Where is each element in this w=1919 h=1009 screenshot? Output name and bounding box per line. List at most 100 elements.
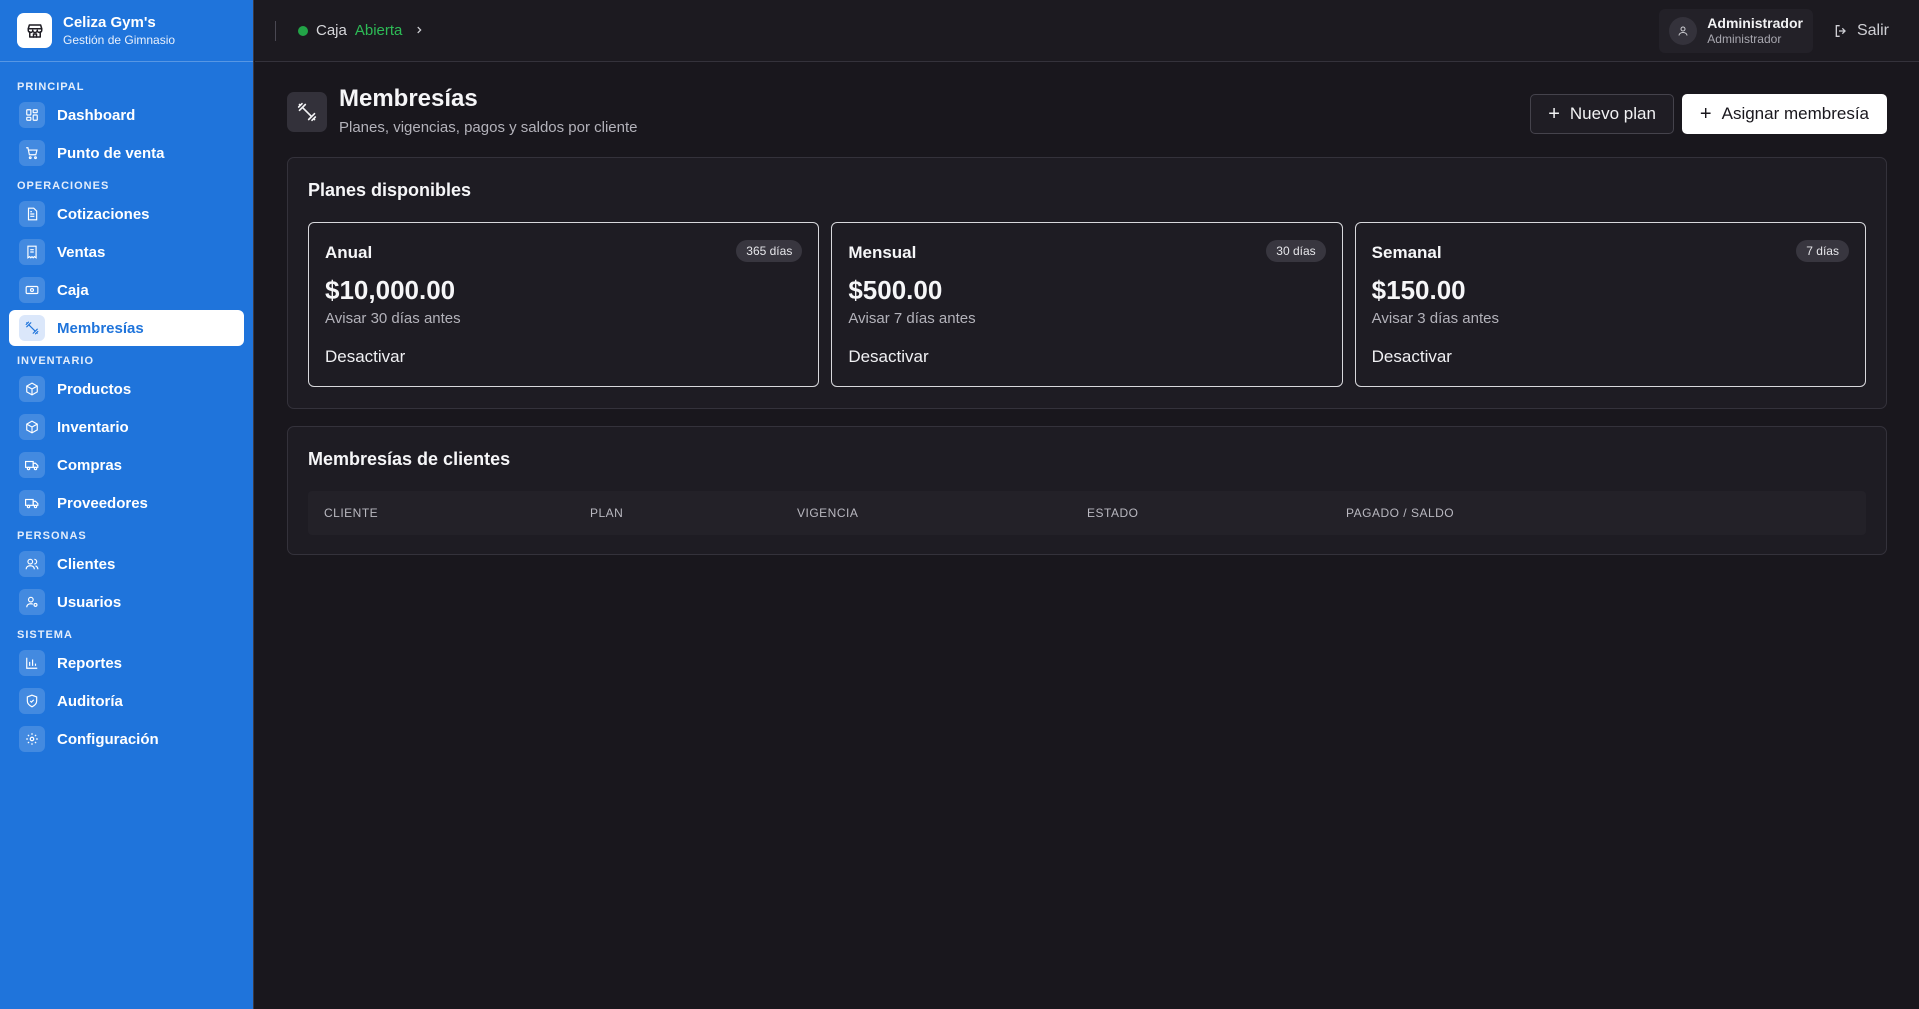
- new-plan-button[interactable]: + Nuevo plan: [1530, 94, 1674, 134]
- column-header-cliente[interactable]: CLIENTE: [324, 506, 378, 520]
- truck-icon: [19, 490, 45, 516]
- brand-subtitle: Gestión de Gimnasio: [63, 32, 176, 47]
- logout-icon: [1835, 24, 1846, 37]
- deactivate-plan-button[interactable]: Desactivar: [1372, 347, 1849, 367]
- sidebar-item-ventas[interactable]: Ventas: [9, 234, 244, 270]
- page-header: Membresías Planes, vigencias, pagos y sa…: [287, 62, 1887, 157]
- user-key-icon: [19, 589, 45, 615]
- plan-name: Anual: [325, 243, 373, 262]
- topbar: Caja Abierta Administrador Administrador…: [255, 0, 1919, 62]
- sidebar-item-inventario[interactable]: Inventario: [9, 409, 244, 445]
- column-header-estado[interactable]: ESTADO: [1087, 506, 1138, 520]
- plan-duration-badge: 365 días: [736, 240, 803, 262]
- sidebar-item-label: Ventas: [57, 243, 106, 261]
- sidebar-item-punto-de-venta[interactable]: Punto de venta: [9, 135, 244, 171]
- column-header-pagado-saldo[interactable]: PAGADO / SALDO: [1346, 506, 1454, 520]
- box-icon: [19, 376, 45, 402]
- sidebar-item-label: Punto de venta: [57, 144, 165, 162]
- sidebar-item-caja[interactable]: Caja: [9, 272, 244, 308]
- sidebar-item-membresias[interactable]: Membresías: [9, 310, 244, 346]
- plus-icon: +: [1548, 103, 1560, 125]
- plan-notice: Avisar 3 días antes: [1371, 310, 1499, 327]
- sidebar-item-label: Proveedores: [57, 494, 148, 512]
- members-panel: Membresías de clientes CLIENTE PLAN VIGE…: [287, 426, 1887, 555]
- plan-name: Mensual: [848, 243, 917, 262]
- sidebar-item-label: Clientes: [57, 555, 116, 573]
- sidebar-item-configuracion[interactable]: Configuración: [9, 721, 244, 757]
- sidebar-nav: PRINCIPAL Dashboard Punto de venta OPERA…: [0, 62, 253, 757]
- caja-state-badge: Abierta: [354, 22, 403, 39]
- deactivate-plan-button[interactable]: Desactivar: [848, 347, 1325, 367]
- sidebar-item-label: Usuarios: [57, 593, 122, 611]
- plan-card-mensual[interactable]: Mensual 30 días $500.00 Avisar 7 días an…: [831, 222, 1343, 387]
- sidebar-item-label: Inventario: [57, 418, 129, 436]
- cash-icon: [19, 277, 45, 303]
- sidebar-item-usuarios[interactable]: Usuarios: [9, 584, 244, 620]
- sidebar-item-label: Compras: [57, 456, 123, 474]
- gear-icon: [19, 726, 45, 752]
- sidebar-item-label: Caja: [57, 281, 89, 299]
- dumbbell-icon: [287, 91, 327, 132]
- deactivate-plan-button[interactable]: Desactivar: [325, 347, 802, 367]
- column-header-plan[interactable]: PLAN: [590, 506, 623, 520]
- users-icon: [19, 551, 45, 577]
- members-title: Membresías de clientes: [308, 449, 511, 469]
- plan-name: Semanal: [1371, 243, 1442, 262]
- sidebar: Celiza Gym's Gestión de Gimnasio PRINCIP…: [0, 0, 254, 1009]
- new-plan-label: Nuevo plan: [1569, 104, 1656, 123]
- sidebar-item-label: Reportes: [57, 654, 123, 672]
- logout-label: Salir: [1856, 21, 1889, 39]
- topbar-divider: [275, 20, 276, 41]
- plan-card-semanal[interactable]: Semanal 7 días $150.00 Avisar 3 días ant…: [1354, 222, 1866, 387]
- user-name: Administrador: [1707, 14, 1803, 31]
- chevron-right-icon: [414, 22, 424, 39]
- sidebar-item-auditoria[interactable]: Auditoría: [9, 683, 244, 719]
- page-title: Membresías: [339, 85, 478, 112]
- caja-label: Caja: [316, 22, 347, 39]
- receipt-icon: [19, 239, 45, 265]
- user-menu[interactable]: Administrador Administrador: [1659, 8, 1813, 53]
- assign-membership-label: Asignar membresía: [1721, 104, 1869, 123]
- sidebar-item-clientes[interactable]: Clientes: [9, 546, 244, 582]
- caja-status-link[interactable]: Caja Abierta: [298, 22, 424, 39]
- plan-duration-badge: 30 días: [1266, 240, 1326, 262]
- dumbbell-icon: [19, 315, 45, 341]
- sidebar-item-label: Cotizaciones: [57, 205, 150, 223]
- nav-section-sistema: SISTEMA: [17, 629, 73, 641]
- nav-section-personas: PERSONAS: [17, 530, 87, 542]
- plans-panel: Planes disponibles Anual 365 días $10,00…: [287, 157, 1887, 409]
- document-icon: [19, 201, 45, 227]
- plan-price: $500.00: [848, 275, 943, 305]
- plus-icon: +: [1699, 103, 1712, 125]
- plans-title: Planes disponibles: [308, 180, 472, 200]
- plan-notice: Avisar 30 días antes: [325, 310, 461, 327]
- plan-notice: Avisar 7 días antes: [848, 310, 976, 327]
- nav-section-operaciones: OPERACIONES: [17, 180, 110, 192]
- sidebar-item-compras[interactable]: Compras: [9, 447, 244, 483]
- sidebar-item-reportes[interactable]: Reportes: [9, 645, 244, 681]
- column-header-vigencia[interactable]: VIGENCIA: [797, 506, 858, 520]
- bar-chart-icon: [19, 650, 45, 676]
- cart-icon: [19, 140, 45, 166]
- plan-price: $10,000.00: [325, 275, 456, 305]
- brand[interactable]: Celiza Gym's Gestión de Gimnasio: [0, 0, 253, 62]
- plan-price: $150.00: [1371, 275, 1466, 305]
- sidebar-item-label: Configuración: [57, 730, 159, 748]
- sidebar-item-label: Auditoría: [57, 692, 123, 710]
- sidebar-item-productos[interactable]: Productos: [9, 371, 244, 407]
- logout-button[interactable]: Salir: [1833, 22, 1889, 40]
- plan-duration-badge: 7 días: [1796, 240, 1849, 262]
- avatar: [1669, 16, 1698, 45]
- page-subtitle: Planes, vigencias, pagos y saldos por cl…: [339, 119, 638, 136]
- plan-card-anual[interactable]: Anual 365 días $10,000.00 Avisar 30 días…: [308, 222, 820, 387]
- status-dot-icon: [298, 25, 308, 36]
- sidebar-item-label: Membresías: [57, 319, 144, 337]
- box-icon: [19, 414, 45, 440]
- store-icon: [17, 13, 52, 48]
- sidebar-item-proveedores[interactable]: Proveedores: [9, 485, 244, 521]
- sidebar-item-dashboard[interactable]: Dashboard: [9, 97, 244, 133]
- brand-title: Celiza Gym's: [63, 13, 156, 31]
- assign-membership-button[interactable]: + Asignar membresía: [1681, 94, 1887, 134]
- sidebar-item-label: Dashboard: [57, 106, 136, 124]
- sidebar-item-cotizaciones[interactable]: Cotizaciones: [9, 196, 244, 232]
